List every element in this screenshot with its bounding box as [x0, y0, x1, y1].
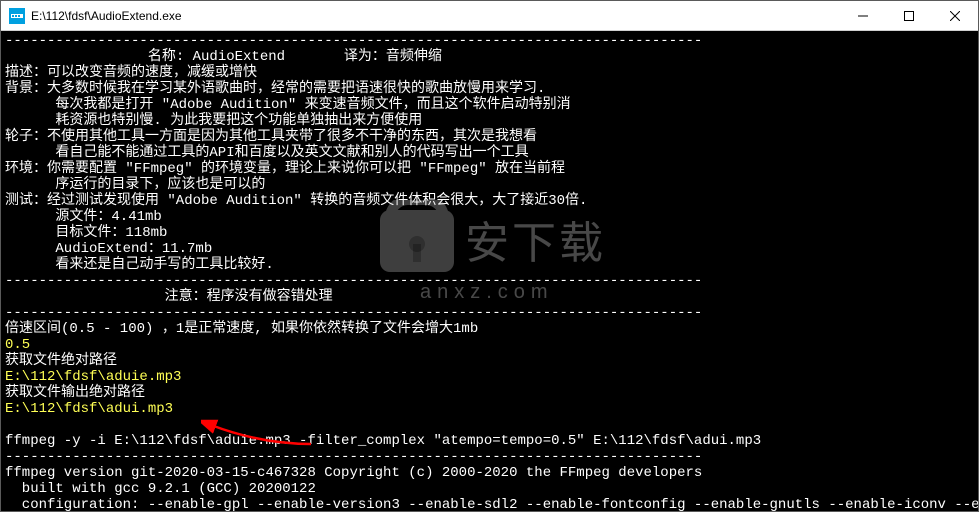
console-line: 测试：经过测试发现使用 "Adobe Audition" 转换的音频文件体积会很…: [5, 193, 587, 209]
console-line: ----------------------------------------…: [5, 305, 702, 321]
console-line: 看来还是自己动手写的工具比较好.: [5, 257, 274, 273]
console-line: 获取文件输出绝对路径: [5, 385, 145, 401]
console-line: 环境：你需要配置 "FFmpeg" 的环境变量，理论上来说你可以把 "FFmpe…: [5, 161, 565, 177]
console-input: 0.5: [5, 337, 30, 353]
console-line: 名称: AudioExtend 译为：音频伸缩: [5, 49, 442, 65]
console-line: 每次我都是打开 "Adobe Audition" 来变速音频文件，而且这个软件启…: [5, 97, 571, 113]
console-line: 序运行的目录下，应该也是可以的: [5, 177, 265, 193]
minimize-button[interactable]: [840, 1, 886, 30]
window-frame: E:\112\fdsf\AudioExtend.exe ------------…: [0, 0, 979, 512]
console-line: 耗资源也特别慢. 为此我要把这个功能单独抽出来方便使用: [5, 113, 422, 129]
console-line: 描述：可以改变音频的速度，减缓或增快: [5, 65, 257, 81]
titlebar[interactable]: E:\112\fdsf\AudioExtend.exe: [1, 1, 978, 31]
console-line: 注意：程序没有做容错处理: [5, 289, 333, 305]
console-line: ----------------------------------------…: [5, 33, 702, 49]
console-line: ----------------------------------------…: [5, 273, 702, 289]
console-line: 源文件：4.41mb: [5, 209, 162, 225]
console-line: ffmpeg version git-2020-03-15-c467328 Co…: [5, 465, 702, 481]
console-line: 目标文件：118mb: [5, 225, 167, 241]
console-line: configuration: --enable-gpl --enable-ver…: [5, 497, 978, 511]
console-line: ffmpeg -y -i E:\112\fdsf\aduie.mp3 -filt…: [5, 433, 761, 449]
console-line: 获取文件绝对路径: [5, 353, 117, 369]
console-line: built with gcc 9.2.1 (GCC) 20200122: [5, 481, 316, 497]
window-title: E:\112\fdsf\AudioExtend.exe: [31, 9, 840, 23]
console-line: 倍速区间(0.5 - 100) ，1是正常速度, 如果你依然转换了文件会增大1m…: [5, 321, 478, 337]
app-icon: [9, 8, 25, 24]
console-input: E:\112\fdsf\adui.mp3: [5, 401, 173, 417]
console-line: AudioExtend：11.7mb: [5, 241, 212, 257]
console-line: 轮子：不使用其他工具一方面是因为其他工具夹带了很多不干净的东西，其次是我想看: [5, 129, 537, 145]
close-button[interactable]: [932, 1, 978, 30]
window-controls: [840, 1, 978, 30]
console-line: 看自己能不能通过工具的API和百度以及英文文献和别人的代码写出一个工具: [5, 145, 529, 161]
console-line: ----------------------------------------…: [5, 449, 702, 465]
console-output[interactable]: ----------------------------------------…: [1, 31, 978, 511]
console-line: 背景：大多数时候我在学习某外语歌曲时，经常的需要把语速很快的歌曲放慢用来学习.: [5, 81, 545, 97]
maximize-button[interactable]: [886, 1, 932, 30]
console-input: E:\112\fdsf\aduie.mp3: [5, 369, 181, 385]
